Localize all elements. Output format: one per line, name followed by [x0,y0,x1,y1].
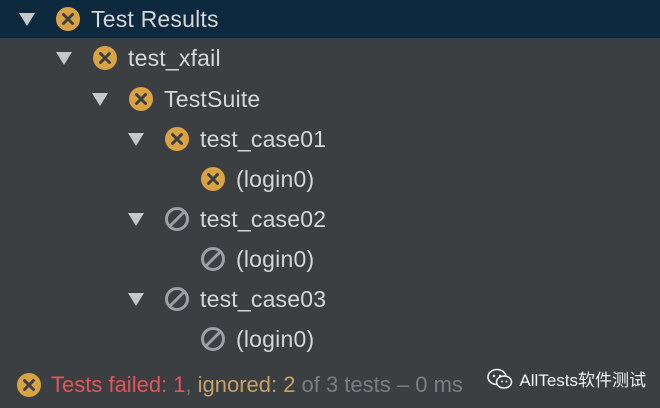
tree-node-label: (login0) [236,245,315,272]
expand-arrow-icon[interactable] [128,132,144,146]
status-separator: , [185,372,192,397]
failed-x-icon [201,167,225,191]
tree-node-test-case03[interactable]: test_case03 [0,279,660,319]
tree-node-test-case02[interactable]: test_case02 [0,199,660,239]
tree-node-test-xfail[interactable]: test_xfail [0,38,660,78]
watermark: AllTests软件测试 [487,366,646,391]
expand-arrow-icon[interactable] [128,212,144,226]
failed-x-icon [165,127,189,151]
expand-arrow-icon[interactable] [92,92,108,106]
failed-x-icon [129,87,153,111]
tree-node-label: test_xfail [128,44,221,71]
expand-arrow-icon[interactable] [19,12,35,26]
tree-node-login0[interactable]: (login0) [0,239,660,279]
tree-node-label: test_case02 [200,205,327,232]
ignored-slash-icon [201,247,225,271]
ignored-slash-icon [201,327,225,351]
failed-x-icon [56,7,80,31]
failed-x-icon [93,46,117,70]
failed-x-icon [17,373,41,397]
ignored-slash-icon [165,287,189,311]
expand-arrow-icon[interactable] [128,292,144,306]
watermark-text: AllTests软件测试 [519,371,646,390]
tree-node-label: (login0) [236,165,315,192]
tree-node-label: (login0) [236,325,315,352]
tree-node-label: Test Results [91,5,219,32]
tree-node-label: test_case03 [200,285,327,312]
tree-node-login0[interactable]: (login0) [0,319,660,359]
failed-count-text: Tests failed: 1 [51,372,186,397]
total-tests-text: of 3 tests – 0 ms [301,372,463,397]
ignored-slash-icon [165,207,189,231]
tree-node-test-results[interactable]: Test Results [0,0,660,38]
ignored-count-text: ignored: 2 [197,372,296,397]
test-results-tree: Test Results test_xfail TestSuite test_c… [0,0,660,360]
tree-node-label: test_case01 [200,125,327,152]
wechat-logo-icon [487,368,513,389]
expand-arrow-icon[interactable] [56,51,72,65]
tree-node-login0[interactable]: (login0) [0,159,660,199]
tree-node-test-case01[interactable]: test_case01 [0,119,660,159]
tree-node-testsuite[interactable]: TestSuite [0,79,660,119]
tree-node-label: TestSuite [164,85,261,112]
